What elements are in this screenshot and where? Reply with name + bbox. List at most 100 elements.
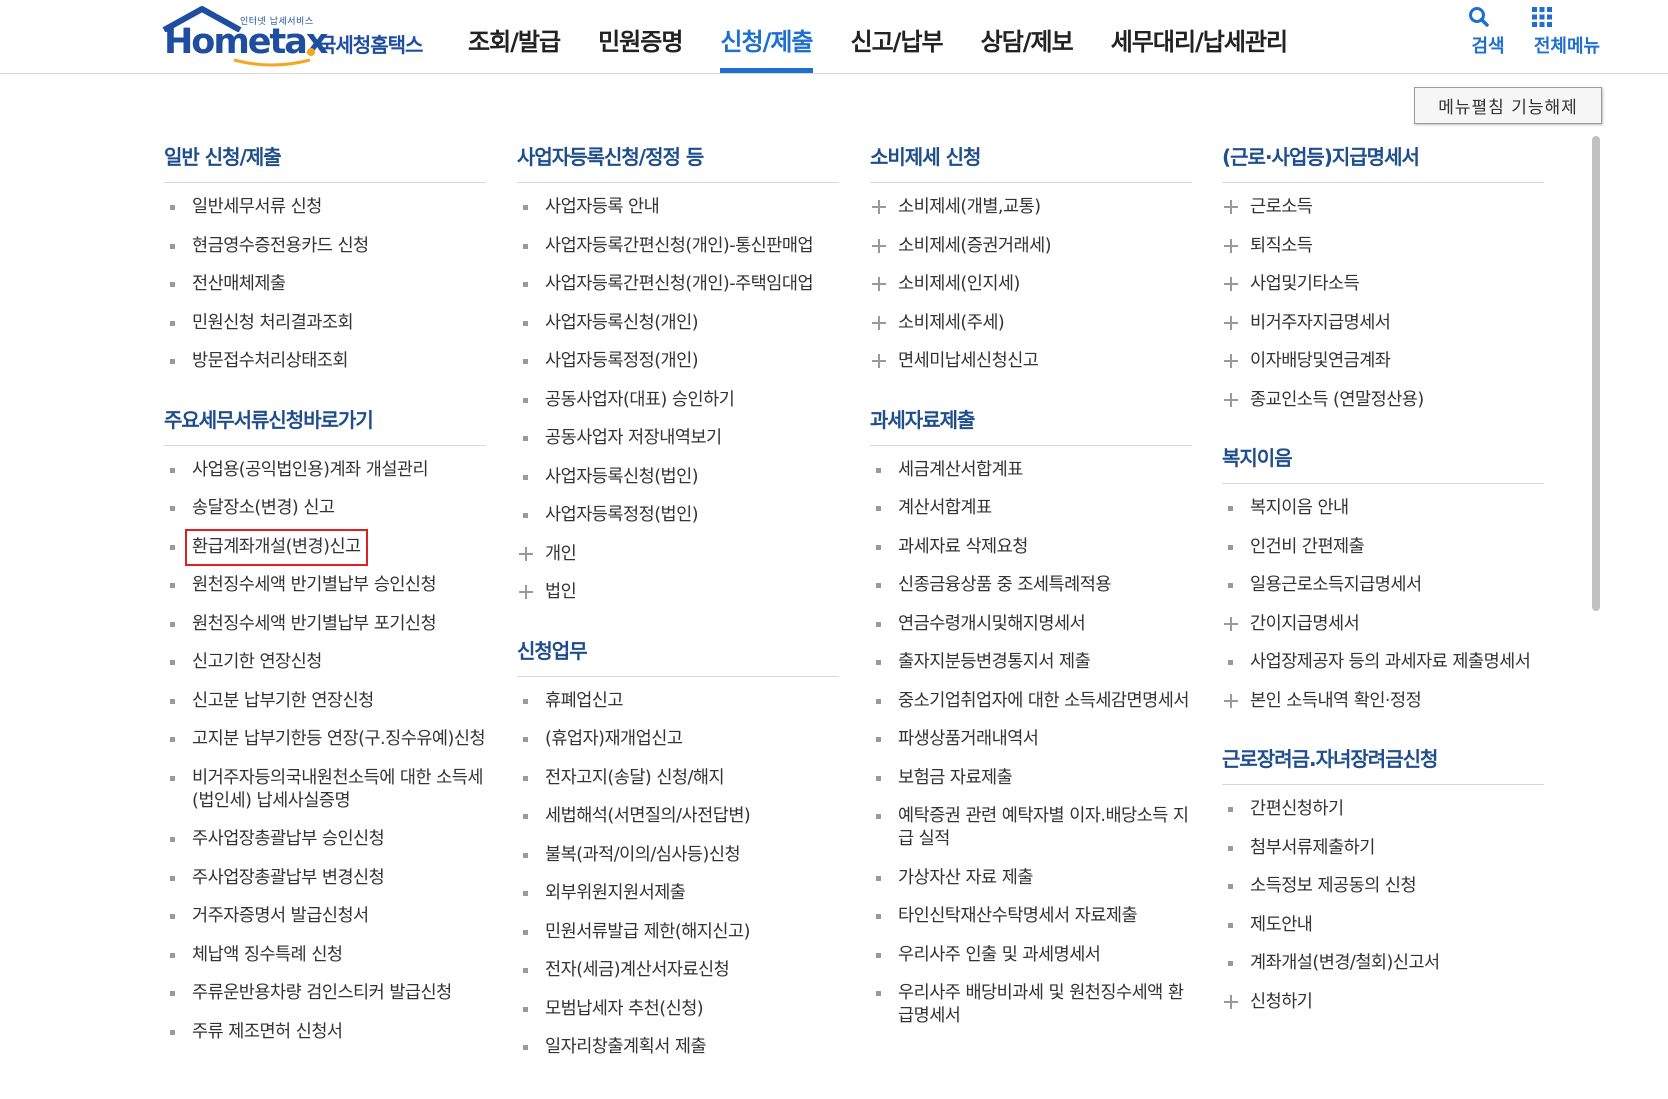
menu-group-item[interactable]: 신청하기 [1222, 991, 1544, 1014]
menu-link-item[interactable]: 복지이음 안내 [1222, 497, 1544, 520]
menu-link-item[interactable]: 세금계산서합계표 [870, 459, 1192, 482]
menu-link-item[interactable]: 우리사주 배당비과세 및 원천징수세액 환급명세서 [870, 982, 1192, 1028]
section-title[interactable]: 사업자등록신청/정정 등 [517, 136, 839, 183]
menu-link-item[interactable]: 일용근로소득지급명세서 [1222, 574, 1544, 597]
menu-link-item[interactable]: 고지분 납부기한등 연장(구.징수유예)신청 [164, 728, 486, 751]
menu-link-item[interactable]: 신고분 납부기한 연장신청 [164, 690, 486, 713]
hometax-logo[interactable]: 인터넷 납세서비스 Hometax 국세청홈택스 [162, 2, 462, 68]
menu-link-item[interactable]: 신종금융상품 중 조세특례적용 [870, 574, 1192, 597]
menu-link-item[interactable]: 보험금 자료제출 [870, 767, 1192, 790]
plus-icon[interactable] [1223, 276, 1239, 292]
menu-link-item[interactable]: 예탁증권 관련 예탁자별 이자.배당소득 지급 실적 [870, 805, 1192, 851]
gnb-certificates[interactable]: 민원증명 [598, 0, 683, 74]
menu-group-item[interactable]: 소비제세(개별,교통) [870, 196, 1192, 219]
menu-link-item[interactable]: 불복(과적/이의/심사등)신청 [517, 844, 839, 867]
plus-icon[interactable] [518, 546, 534, 562]
menu-group-item[interactable]: 근로소득 [1222, 196, 1544, 219]
menu-link-item[interactable]: 주류 제조면허 신청서 [164, 1021, 486, 1044]
menu-link-item[interactable]: 거주자증명서 발급신청서 [164, 905, 486, 928]
menu-link-item[interactable]: 사업자등록간편신청(개인)-주택임대업 [517, 273, 839, 296]
menu-group-item[interactable]: 사업및기타소득 [1222, 273, 1544, 296]
menu-link-item[interactable]: 사업자등록정정(개인) [517, 350, 839, 373]
menu-link-item[interactable]: 파생상품거래내역서 [870, 728, 1192, 751]
menu-link-item[interactable]: 우리사주 인출 및 과세명세서 [870, 944, 1192, 967]
plus-icon[interactable] [1223, 199, 1239, 215]
menu-link-item[interactable]: 휴폐업신고 [517, 690, 839, 713]
menu-link-item[interactable]: 사업자등록간편신청(개인)-통신판매업 [517, 235, 839, 258]
plus-icon[interactable] [1223, 994, 1239, 1010]
gnb-report-payment[interactable]: 신고/납부 [851, 0, 944, 74]
menu-link-item[interactable]: 첨부서류제출하기 [1222, 837, 1544, 860]
menu-link-item[interactable]: 방문접수처리상태조회 [164, 350, 486, 373]
menu-link-item[interactable]: 민원신청 처리결과조회 [164, 312, 486, 335]
menu-link-item[interactable]: (휴업자)재개업신고 [517, 728, 839, 751]
section-title[interactable]: 소비제세 신청 [870, 136, 1192, 183]
menu-link-item[interactable]: 모범납세자 추천(신청) [517, 998, 839, 1021]
menu-link-item[interactable]: 사업장제공자 등의 과세자료 제출명세서 [1222, 651, 1544, 674]
plus-icon[interactable] [871, 315, 887, 331]
plus-icon[interactable] [871, 238, 887, 254]
plus-icon[interactable] [1223, 315, 1239, 331]
menu-link-item[interactable]: 사업용(공익법인용)계좌 개설관리 [164, 459, 486, 482]
menu-link-item[interactable]: 주류운반용차량 검인스티커 발급신청 [164, 982, 486, 1005]
menu-link-item[interactable]: 주사업장총괄납부 승인신청 [164, 828, 486, 851]
menu-link-item[interactable]: 환급계좌개설(변경)신고 [164, 528, 486, 566]
menu-link-item[interactable]: 체납액 징수특례 신청 [164, 944, 486, 967]
section-title[interactable]: 일반 신청/제출 [164, 136, 486, 183]
menu-link-item[interactable]: 간편신청하기 [1222, 798, 1544, 821]
menu-link-item[interactable]: 일자리창출계획서 제출 [517, 1036, 839, 1059]
search-button[interactable]: 검색 [1465, 4, 1511, 58]
gnb-tax-agent[interactable]: 세무대리/납세관리 [1111, 0, 1288, 74]
menu-link-item[interactable]: 사업자등록 안내 [517, 196, 839, 219]
plus-icon[interactable] [1223, 693, 1239, 709]
menu-link-item[interactable]: 제도안내 [1222, 914, 1544, 937]
menu-group-item[interactable]: 본인 소득내역 확인·정정 [1222, 690, 1544, 713]
menu-link-item[interactable]: 가상자산 자료 제출 [870, 867, 1192, 890]
menu-link-item[interactable]: 현금영수증전용카드 신청 [164, 235, 486, 258]
gnb-application-submission[interactable]: 신청/제출 [720, 0, 814, 74]
menu-link-item[interactable]: 송달장소(변경) 신고 [164, 497, 486, 520]
menu-link-item[interactable]: 계좌개설(변경/철회)신고서 [1222, 952, 1544, 975]
menu-link-item[interactable]: 타인신탁재산수탁명세서 자료제출 [870, 905, 1192, 928]
plus-icon[interactable] [1223, 392, 1239, 408]
section-title[interactable]: (근로·사업등)지급명세서 [1222, 136, 1544, 183]
menu-link-item[interactable]: 연금수령개시및해지명세서 [870, 613, 1192, 636]
menu-link-item[interactable]: 신고기한 연장신청 [164, 651, 486, 674]
plus-icon[interactable] [871, 353, 887, 369]
plus-icon[interactable] [1223, 353, 1239, 369]
menu-group-item[interactable]: 이자배당및연금계좌 [1222, 350, 1544, 373]
section-title[interactable]: 신청업무 [517, 630, 839, 677]
menu-group-item[interactable]: 법인 [517, 581, 839, 604]
menu-link-item[interactable]: 출자지분등변경통지서 제출 [870, 651, 1192, 674]
menu-link-item[interactable]: 과세자료 삭제요청 [870, 536, 1192, 559]
plus-icon[interactable] [1223, 238, 1239, 254]
menu-group-item[interactable]: 면세미납세신청신고 [870, 350, 1192, 373]
scrollbar-thumb[interactable] [1592, 136, 1600, 611]
menu-group-item[interactable]: 개인 [517, 543, 839, 566]
menu-link-item[interactable]: 공동사업자(대표) 승인하기 [517, 389, 839, 412]
menu-link-item[interactable]: 전산매체제출 [164, 273, 486, 296]
menu-link-item[interactable]: 사업자등록신청(법인) [517, 466, 839, 489]
plus-icon[interactable] [1223, 616, 1239, 632]
menu-link-item[interactable]: 외부위원지원서제출 [517, 882, 839, 905]
menu-link-item[interactable]: 전자고지(송달) 신청/해지 [517, 767, 839, 790]
plus-icon[interactable] [518, 584, 534, 600]
menu-group-item[interactable]: 종교인소득 (연말정산용) [1222, 389, 1544, 412]
plus-icon[interactable] [871, 199, 887, 215]
section-title[interactable]: 복지이음 [1222, 437, 1544, 484]
plus-icon[interactable] [871, 276, 887, 292]
menu-group-item[interactable]: 소비제세(인지세) [870, 273, 1192, 296]
section-title[interactable]: 과세자료제출 [870, 399, 1192, 446]
section-title[interactable]: 주요세무서류신청바로가기 [164, 399, 486, 446]
menu-link-item[interactable]: 민원서류발급 제한(해지신고) [517, 921, 839, 944]
menu-link-item[interactable]: 원천징수세액 반기별납부 승인신청 [164, 574, 486, 597]
menu-group-item[interactable]: 소비제세(주세) [870, 312, 1192, 335]
menu-link-item[interactable]: 전자(세금)계산서자료신청 [517, 959, 839, 982]
gnb-consult-report[interactable]: 상담/제보 [981, 0, 1074, 74]
menu-link-item[interactable]: 인건비 간편제출 [1222, 536, 1544, 559]
menu-expand-toggle-button[interactable]: 메뉴펼침 기능해제 [1414, 87, 1602, 124]
section-title[interactable]: 근로장려금.자녀장려금신청 [1222, 738, 1544, 785]
menu-group-item[interactable]: 퇴직소득 [1222, 235, 1544, 258]
menu-link-item[interactable]: 중소기업취업자에 대한 소득세감면명세서 [870, 690, 1192, 713]
menu-link-item[interactable]: 세법해석(서면질의/사전답변) [517, 805, 839, 828]
